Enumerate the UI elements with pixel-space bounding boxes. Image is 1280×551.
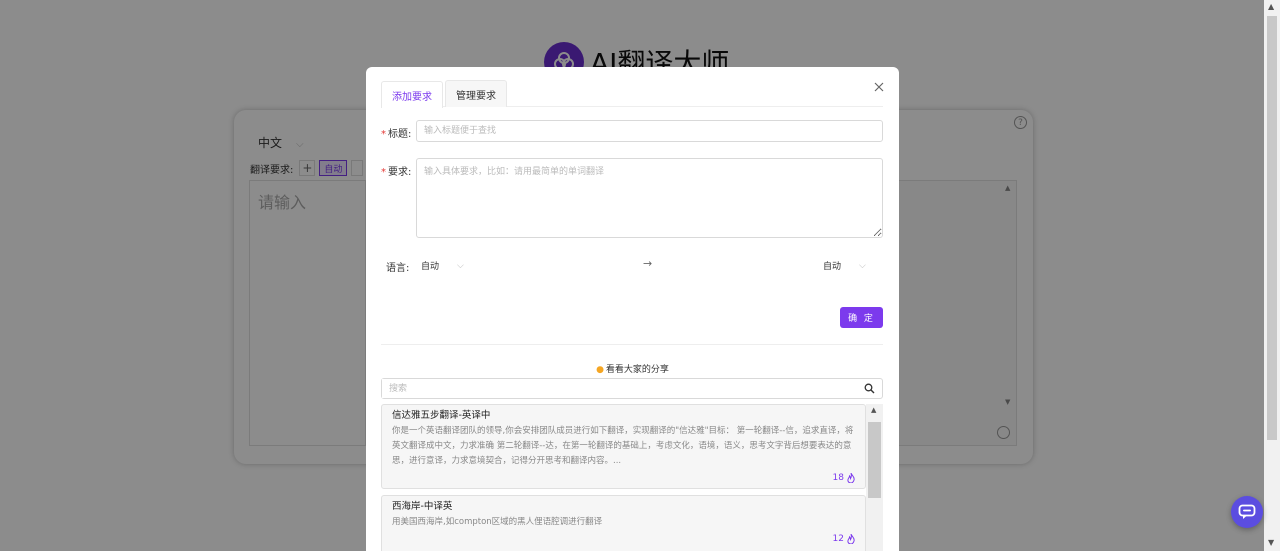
modal-tabs: 添加要求 管理要求 bbox=[381, 80, 883, 108]
scrollbar-thumb[interactable] bbox=[868, 422, 881, 498]
title-field-label: * 标题: bbox=[381, 125, 411, 140]
tab-add-requirement[interactable]: 添加要求 bbox=[381, 81, 443, 108]
from-language-select[interactable]: 自动 ⌵ bbox=[421, 259, 464, 273]
scroll-up-icon[interactable]: ▲ bbox=[871, 406, 876, 414]
search-icon[interactable] bbox=[864, 383, 875, 394]
arrow-right-icon: → bbox=[643, 257, 653, 270]
list-item-title: 西海岸-中译英 bbox=[392, 501, 453, 512]
chat-button[interactable] bbox=[1231, 496, 1263, 528]
list-item-description: 你是一个英语翻译团队的领导,你会安排团队成员进行如下翻译，实现翻译的"信达雅"目… bbox=[392, 426, 854, 466]
scroll-up-icon[interactable]: ▲ bbox=[1268, 2, 1274, 11]
language-label: 语言: bbox=[386, 263, 410, 274]
page-scrollbar[interactable]: ▲ ▼ bbox=[1264, 0, 1280, 551]
requirement-textarea[interactable] bbox=[416, 158, 883, 238]
required-mark: * bbox=[381, 129, 386, 140]
search-box bbox=[381, 378, 883, 399]
fire-icon bbox=[847, 473, 855, 483]
list-item[interactable]: 信达雅五步翻译-英译中 你是一个英语翻译团队的领导,你会安排团队成员进行如下翻译… bbox=[381, 404, 866, 489]
scrollbar-thumb[interactable] bbox=[1267, 16, 1277, 440]
list-item[interactable]: 西海岸-中译英 用美国西海岸,如compton区域的黑人俚语腔调进行翻译 12 bbox=[381, 495, 866, 551]
shared-requirements-list: 信达雅五步翻译-英译中 你是一个英语翻译团队的领导,你会安排团队成员进行如下翻译… bbox=[381, 404, 883, 551]
from-language-value: 自动 bbox=[421, 262, 440, 272]
add-requirement-modal: 添加要求 管理要求 *标题: *要求: 语言: 自动⌵ → 自动⌵ 确 定 ●看… bbox=[366, 67, 899, 551]
share-title-text: 看看大家的分享 bbox=[605, 365, 669, 375]
fire-icon: ● bbox=[596, 365, 604, 375]
to-language-select[interactable]: 自动 ⌵ bbox=[823, 259, 866, 273]
chevron-down-icon: ⌵ bbox=[859, 260, 866, 271]
list-item-title: 信达雅五步翻译-英译中 bbox=[392, 410, 491, 421]
title-input[interactable] bbox=[416, 120, 883, 142]
to-language-value: 自动 bbox=[823, 262, 842, 272]
use-count: 18 bbox=[833, 473, 855, 483]
fire-icon bbox=[847, 534, 855, 544]
share-section-title: ● 看看大家的分享 bbox=[366, 362, 899, 375]
confirm-button[interactable]: 确 定 bbox=[840, 307, 883, 328]
list-scrollbar[interactable]: ▲ bbox=[866, 404, 883, 551]
use-count-value: 12 bbox=[832, 534, 844, 544]
use-count: 12 bbox=[833, 534, 855, 544]
chat-icon bbox=[1238, 504, 1256, 519]
search-input[interactable] bbox=[382, 379, 852, 398]
scroll-down-icon[interactable]: ▼ bbox=[1268, 538, 1274, 547]
use-count-value: 18 bbox=[832, 473, 844, 483]
list-item-description: 用美国西海岸,如compton区域的黑人俚语腔调进行翻译 bbox=[392, 517, 603, 527]
requirement-field-label: * 要求: bbox=[381, 163, 411, 178]
tab-manage-requirements[interactable]: 管理要求 bbox=[445, 80, 507, 107]
title-label-text: 标题: bbox=[388, 129, 412, 140]
chevron-down-icon: ⌵ bbox=[457, 260, 464, 271]
requirement-label-text: 要求: bbox=[388, 167, 412, 178]
required-mark: * bbox=[381, 167, 386, 178]
divider bbox=[381, 344, 883, 345]
